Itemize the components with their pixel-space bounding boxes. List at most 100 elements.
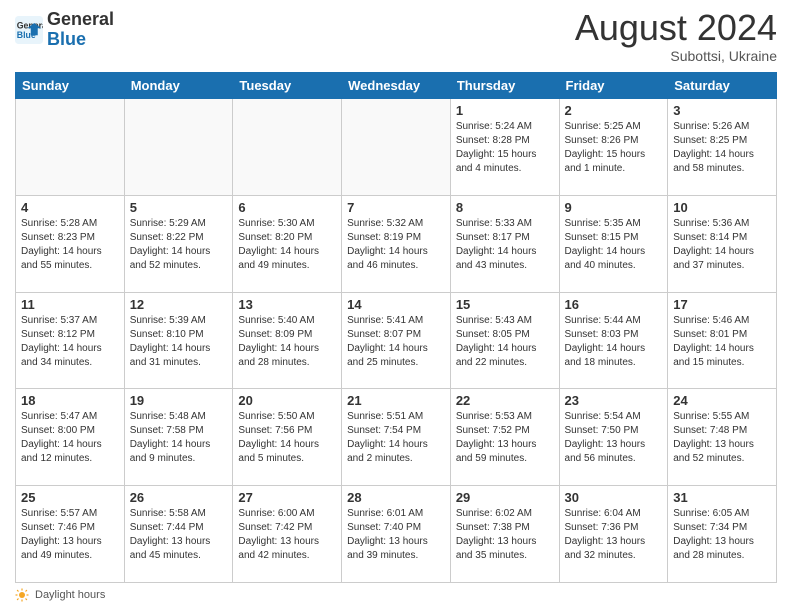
day-number: 2	[565, 103, 663, 118]
day-info: Sunrise: 5:58 AM Sunset: 7:44 PM Dayligh…	[130, 507, 228, 563]
table-row: 21 Sunrise: 5:51 AM Sunset: 7:54 PM Dayli…	[342, 389, 451, 486]
day-number: 8	[456, 200, 554, 215]
day-number: 31	[673, 490, 771, 505]
day-number: 21	[347, 393, 445, 408]
table-row: 24Sunrise: 5:55 AM Sunset: 7:48 PM Dayli…	[668, 389, 777, 486]
table-row: 16 Sunrise: 5:44 AM Sunset: 8:03 PM Dayli…	[559, 292, 668, 389]
header-thursday: Thursday	[450, 73, 559, 99]
day-info: Sunrise: 6:05 AM Sunset: 7:34 PM Dayligh…	[673, 507, 771, 563]
day-number: 28	[347, 490, 445, 505]
calendar-week-row: 1Sunrise: 5:24 AM Sunset: 8:28 PM Daylig…	[16, 99, 777, 196]
day-number: 5	[130, 200, 228, 215]
table-row: 10 Sunrise: 5:36 AM Sunset: 8:14 PM Dayli…	[668, 195, 777, 292]
day-info: Sunrise: 5:43 AM Sunset: 8:05 PM Dayligh…	[456, 314, 554, 370]
table-row: 3 Sunrise: 5:26 AM Sunset: 8:25 PM Daylig…	[668, 99, 777, 196]
table-row: 28Sunrise: 6:01 AM Sunset: 7:40 PM Dayli…	[342, 486, 451, 583]
day-info: Sunrise: 5:28 AM Sunset: 8:23 PM Dayligh…	[21, 217, 119, 273]
day-info: Sunrise: 6:00 AM Sunset: 7:42 PM Dayligh…	[238, 507, 336, 563]
logo-text: General Blue	[47, 10, 114, 50]
day-info: Sunrise: 5:33 AM Sunset: 8:17 PM Dayligh…	[456, 217, 554, 273]
table-row	[124, 99, 233, 196]
table-row: 26 Sunrise: 5:58 AM Sunset: 7:44 PM Dayli…	[124, 486, 233, 583]
header-tuesday: Tuesday	[233, 73, 342, 99]
logo-icon: General Blue	[15, 16, 43, 44]
day-info: Sunrise: 5:35 AM Sunset: 8:15 PM Dayligh…	[565, 217, 663, 273]
header-wednesday: Wednesday	[342, 73, 451, 99]
day-number: 10	[673, 200, 771, 215]
table-row: 1Sunrise: 5:24 AM Sunset: 8:28 PM Daylig…	[450, 99, 559, 196]
day-info: Sunrise: 5:46 AM Sunset: 8:01 PM Dayligh…	[673, 314, 771, 370]
calendar-week-row: 18Sunrise: 5:47 AM Sunset: 8:00 PM Dayli…	[16, 389, 777, 486]
day-info: Sunrise: 5:37 AM Sunset: 8:12 PM Dayligh…	[21, 314, 119, 370]
sun-icon	[15, 588, 29, 602]
day-number: 6	[238, 200, 336, 215]
day-info: Sunrise: 5:48 AM Sunset: 7:58 PM Dayligh…	[130, 410, 228, 466]
day-info: Sunrise: 5:57 AM Sunset: 7:46 PM Dayligh…	[21, 507, 119, 563]
month-year: August 2024	[575, 10, 777, 46]
day-info: Sunrise: 5:44 AM Sunset: 8:03 PM Dayligh…	[565, 314, 663, 370]
day-number: 30	[565, 490, 663, 505]
day-number: 3	[673, 103, 771, 118]
table-row: 4 Sunrise: 5:28 AM Sunset: 8:23 PM Daylig…	[16, 195, 125, 292]
day-info: Sunrise: 5:55 AM Sunset: 7:48 PM Dayligh…	[673, 410, 771, 466]
day-number: 22	[456, 393, 554, 408]
day-number: 17	[673, 297, 771, 312]
day-info: Sunrise: 5:32 AM Sunset: 8:19 PM Dayligh…	[347, 217, 445, 273]
table-row	[342, 99, 451, 196]
day-info: Sunrise: 5:30 AM Sunset: 8:20 PM Dayligh…	[238, 217, 336, 273]
day-number: 16	[565, 297, 663, 312]
day-number: 12	[130, 297, 228, 312]
table-row	[233, 99, 342, 196]
day-info: Sunrise: 5:53 AM Sunset: 7:52 PM Dayligh…	[456, 410, 554, 466]
table-row: 14 Sunrise: 5:41 AM Sunset: 8:07 PM Dayli…	[342, 292, 451, 389]
table-row: 23Sunrise: 5:54 AM Sunset: 7:50 PM Dayli…	[559, 389, 668, 486]
location: Subottsi, Ukraine	[575, 48, 777, 64]
header-saturday: Saturday	[668, 73, 777, 99]
day-number: 19	[130, 393, 228, 408]
calendar-week-row: 25 Sunrise: 5:57 AM Sunset: 7:46 PM Dayli…	[16, 486, 777, 583]
day-number: 20	[238, 393, 336, 408]
table-row: 12 Sunrise: 5:39 AM Sunset: 8:10 PM Dayli…	[124, 292, 233, 389]
day-info: Sunrise: 5:25 AM Sunset: 8:26 PM Dayligh…	[565, 120, 663, 176]
day-info: Sunrise: 5:50 AM Sunset: 7:56 PM Dayligh…	[238, 410, 336, 466]
svg-text:General: General	[17, 20, 43, 30]
table-row: 11Sunrise: 5:37 AM Sunset: 8:12 PM Dayli…	[16, 292, 125, 389]
table-row: 18Sunrise: 5:47 AM Sunset: 8:00 PM Dayli…	[16, 389, 125, 486]
table-row: 31 Sunrise: 6:05 AM Sunset: 7:34 PM Dayli…	[668, 486, 777, 583]
header-friday: Friday	[559, 73, 668, 99]
day-number: 15	[456, 297, 554, 312]
day-info: Sunrise: 5:39 AM Sunset: 8:10 PM Dayligh…	[130, 314, 228, 370]
day-info: Sunrise: 5:29 AM Sunset: 8:22 PM Dayligh…	[130, 217, 228, 273]
table-row: 17 Sunrise: 5:46 AM Sunset: 8:01 PM Dayli…	[668, 292, 777, 389]
table-row: 6 Sunrise: 5:30 AM Sunset: 8:20 PM Daylig…	[233, 195, 342, 292]
table-row: 15 Sunrise: 5:43 AM Sunset: 8:05 PM Dayli…	[450, 292, 559, 389]
logo: General Blue General Blue	[15, 10, 114, 50]
table-row: 27 Sunrise: 6:00 AM Sunset: 7:42 PM Dayli…	[233, 486, 342, 583]
calendar-week-row: 11Sunrise: 5:37 AM Sunset: 8:12 PM Dayli…	[16, 292, 777, 389]
day-number: 1	[456, 103, 554, 118]
day-info: Sunrise: 5:26 AM Sunset: 8:25 PM Dayligh…	[673, 120, 771, 176]
table-row: 19 Sunrise: 5:48 AM Sunset: 7:58 PM Dayli…	[124, 389, 233, 486]
table-row: 2 Sunrise: 5:25 AM Sunset: 8:26 PM Daylig…	[559, 99, 668, 196]
header: General Blue General Blue August 2024 Su…	[15, 10, 777, 64]
day-number: 25	[21, 490, 119, 505]
day-info: Sunrise: 5:51 AM Sunset: 7:54 PM Dayligh…	[347, 410, 445, 466]
day-number: 13	[238, 297, 336, 312]
day-info: Sunrise: 6:02 AM Sunset: 7:38 PM Dayligh…	[456, 507, 554, 563]
day-number: 27	[238, 490, 336, 505]
day-number: 26	[130, 490, 228, 505]
day-info: Sunrise: 5:36 AM Sunset: 8:14 PM Dayligh…	[673, 217, 771, 273]
day-info: Sunrise: 5:41 AM Sunset: 8:07 PM Dayligh…	[347, 314, 445, 370]
day-number: 14	[347, 297, 445, 312]
title-block: August 2024 Subottsi, Ukraine	[575, 10, 777, 64]
calendar-week-row: 4 Sunrise: 5:28 AM Sunset: 8:23 PM Daylig…	[16, 195, 777, 292]
day-number: 4	[21, 200, 119, 215]
day-info: Sunrise: 5:40 AM Sunset: 8:09 PM Dayligh…	[238, 314, 336, 370]
day-number: 29	[456, 490, 554, 505]
header-monday: Monday	[124, 73, 233, 99]
calendar-header-row: Sunday Monday Tuesday Wednesday Thursday…	[16, 73, 777, 99]
day-info: Sunrise: 5:54 AM Sunset: 7:50 PM Dayligh…	[565, 410, 663, 466]
table-row: 20 Sunrise: 5:50 AM Sunset: 7:56 PM Dayli…	[233, 389, 342, 486]
day-info: Sunrise: 6:04 AM Sunset: 7:36 PM Dayligh…	[565, 507, 663, 563]
footer-note: Daylight hours	[15, 588, 777, 602]
